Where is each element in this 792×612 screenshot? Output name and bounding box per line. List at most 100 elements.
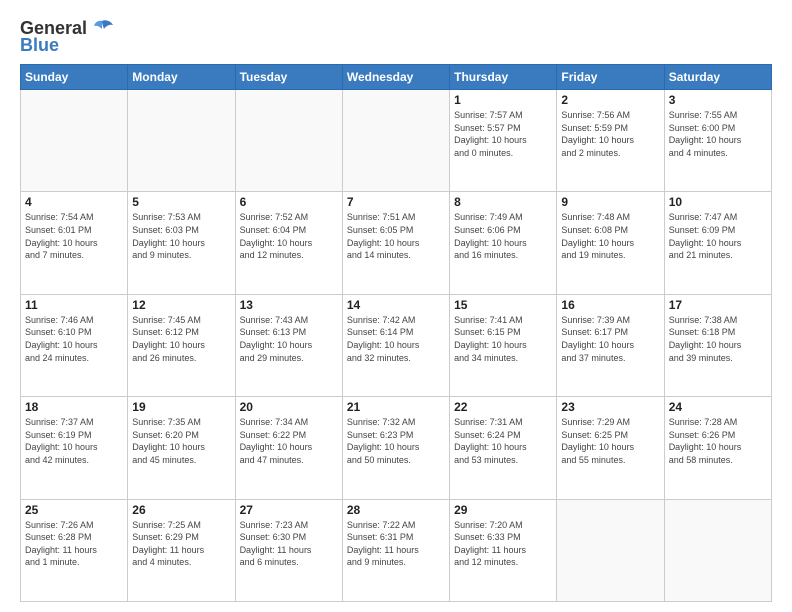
calendar-week-row: 1 Sunrise: 7:57 AM Sunset: 5:57 PM Daylig… xyxy=(21,90,772,192)
calendar-cell: 9Sunrise: 7:48 AM Sunset: 6:08 PM Daylig… xyxy=(557,192,664,294)
day-number: 2 xyxy=(561,93,659,107)
calendar-cell xyxy=(664,499,771,601)
calendar-cell xyxy=(557,499,664,601)
day-info: Sunrise: 7:42 AM Sunset: 6:14 PM Dayligh… xyxy=(347,314,445,364)
weekday-header: Saturday xyxy=(664,65,771,90)
calendar-header-row: SundayMondayTuesdayWednesdayThursdayFrid… xyxy=(21,65,772,90)
day-number: 22 xyxy=(454,400,552,414)
weekday-header: Thursday xyxy=(450,65,557,90)
page: General Blue SundayMondayTuesdayWednesda… xyxy=(0,0,792,612)
day-info: Sunrise: 7:49 AM Sunset: 6:06 PM Dayligh… xyxy=(454,211,552,261)
calendar-cell: 11 Sunrise: 7:46 AM Sunset: 6:10 PM Dayli… xyxy=(21,294,128,396)
calendar-cell: 7 Sunrise: 7:51 AM Sunset: 6:05 PM Daylig… xyxy=(342,192,449,294)
day-number: 1 xyxy=(454,93,552,107)
day-number: 7 xyxy=(347,195,445,209)
day-info: Sunrise: 7:22 AM Sunset: 6:31 PM Dayligh… xyxy=(347,519,445,569)
day-number: 3 xyxy=(669,93,767,107)
calendar-cell: 22 Sunrise: 7:31 AM Sunset: 6:24 PM Dayli… xyxy=(450,397,557,499)
calendar-cell: 28 Sunrise: 7:22 AM Sunset: 6:31 PM Dayli… xyxy=(342,499,449,601)
day-number: 12 xyxy=(132,298,230,312)
logo-bird-icon xyxy=(89,19,115,39)
day-number: 17 xyxy=(669,298,767,312)
calendar-cell: 3 Sunrise: 7:55 AM Sunset: 6:00 PM Daylig… xyxy=(664,90,771,192)
day-info: Sunrise: 7:39 AM Sunset: 6:17 PM Dayligh… xyxy=(561,314,659,364)
day-number: 5 xyxy=(132,195,230,209)
day-number: 4 xyxy=(25,195,123,209)
day-number: 18 xyxy=(25,400,123,414)
calendar-cell: 1 Sunrise: 7:57 AM Sunset: 5:57 PM Daylig… xyxy=(450,90,557,192)
day-info: Sunrise: 7:48 AM Sunset: 6:08 PM Dayligh… xyxy=(561,211,659,261)
calendar-week-row: 11 Sunrise: 7:46 AM Sunset: 6:10 PM Dayli… xyxy=(21,294,772,396)
day-info: Sunrise: 7:25 AM Sunset: 6:29 PM Dayligh… xyxy=(132,519,230,569)
day-info: Sunrise: 7:57 AM Sunset: 5:57 PM Dayligh… xyxy=(454,109,552,159)
weekday-header: Monday xyxy=(128,65,235,90)
day-info: Sunrise: 7:43 AM Sunset: 6:13 PM Dayligh… xyxy=(240,314,338,364)
day-info: Sunrise: 7:51 AM Sunset: 6:05 PM Dayligh… xyxy=(347,211,445,261)
day-number: 26 xyxy=(132,503,230,517)
header: General Blue xyxy=(20,18,772,56)
calendar-table: SundayMondayTuesdayWednesdayThursdayFrid… xyxy=(20,64,772,602)
day-number: 28 xyxy=(347,503,445,517)
calendar-cell: 23Sunrise: 7:29 AM Sunset: 6:25 PM Dayli… xyxy=(557,397,664,499)
day-info: Sunrise: 7:52 AM Sunset: 6:04 PM Dayligh… xyxy=(240,211,338,261)
day-info: Sunrise: 7:34 AM Sunset: 6:22 PM Dayligh… xyxy=(240,416,338,466)
weekday-header: Tuesday xyxy=(235,65,342,90)
calendar-cell xyxy=(21,90,128,192)
calendar-cell: 19 Sunrise: 7:35 AM Sunset: 6:20 PM Dayli… xyxy=(128,397,235,499)
calendar-cell: 20 Sunrise: 7:34 AM Sunset: 6:22 PM Dayli… xyxy=(235,397,342,499)
weekday-header: Sunday xyxy=(21,65,128,90)
calendar-cell: 12Sunrise: 7:45 AM Sunset: 6:12 PM Dayli… xyxy=(128,294,235,396)
calendar-week-row: 18 Sunrise: 7:37 AM Sunset: 6:19 PM Dayli… xyxy=(21,397,772,499)
day-number: 27 xyxy=(240,503,338,517)
day-number: 11 xyxy=(25,298,123,312)
calendar-cell: 6Sunrise: 7:52 AM Sunset: 6:04 PM Daylig… xyxy=(235,192,342,294)
day-info: Sunrise: 7:53 AM Sunset: 6:03 PM Dayligh… xyxy=(132,211,230,261)
calendar-cell xyxy=(342,90,449,192)
calendar-cell: 25 Sunrise: 7:26 AM Sunset: 6:28 PM Dayli… xyxy=(21,499,128,601)
day-number: 8 xyxy=(454,195,552,209)
day-number: 20 xyxy=(240,400,338,414)
weekday-header: Friday xyxy=(557,65,664,90)
day-info: Sunrise: 7:41 AM Sunset: 6:15 PM Dayligh… xyxy=(454,314,552,364)
day-number: 15 xyxy=(454,298,552,312)
calendar-cell xyxy=(235,90,342,192)
day-number: 29 xyxy=(454,503,552,517)
calendar-week-row: 4 Sunrise: 7:54 AM Sunset: 6:01 PM Daylig… xyxy=(21,192,772,294)
day-info: Sunrise: 7:55 AM Sunset: 6:00 PM Dayligh… xyxy=(669,109,767,159)
calendar-cell: 26 Sunrise: 7:25 AM Sunset: 6:29 PM Dayli… xyxy=(128,499,235,601)
day-number: 21 xyxy=(347,400,445,414)
day-info: Sunrise: 7:37 AM Sunset: 6:19 PM Dayligh… xyxy=(25,416,123,466)
calendar-cell: 10 Sunrise: 7:47 AM Sunset: 6:09 PM Dayli… xyxy=(664,192,771,294)
calendar-cell: 8 Sunrise: 7:49 AM Sunset: 6:06 PM Daylig… xyxy=(450,192,557,294)
day-info: Sunrise: 7:32 AM Sunset: 6:23 PM Dayligh… xyxy=(347,416,445,466)
day-info: Sunrise: 7:26 AM Sunset: 6:28 PM Dayligh… xyxy=(25,519,123,569)
calendar-cell xyxy=(128,90,235,192)
calendar-cell: 17Sunrise: 7:38 AM Sunset: 6:18 PM Dayli… xyxy=(664,294,771,396)
calendar-cell: 21 Sunrise: 7:32 AM Sunset: 6:23 PM Dayli… xyxy=(342,397,449,499)
calendar-cell: 14Sunrise: 7:42 AM Sunset: 6:14 PM Dayli… xyxy=(342,294,449,396)
calendar-cell: 2 Sunrise: 7:56 AM Sunset: 5:59 PM Daylig… xyxy=(557,90,664,192)
calendar-cell: 13 Sunrise: 7:43 AM Sunset: 6:13 PM Dayli… xyxy=(235,294,342,396)
day-info: Sunrise: 7:47 AM Sunset: 6:09 PM Dayligh… xyxy=(669,211,767,261)
day-info: Sunrise: 7:31 AM Sunset: 6:24 PM Dayligh… xyxy=(454,416,552,466)
day-number: 16 xyxy=(561,298,659,312)
day-number: 13 xyxy=(240,298,338,312)
day-info: Sunrise: 7:56 AM Sunset: 5:59 PM Dayligh… xyxy=(561,109,659,159)
day-info: Sunrise: 7:28 AM Sunset: 6:26 PM Dayligh… xyxy=(669,416,767,466)
calendar-cell: 18 Sunrise: 7:37 AM Sunset: 6:19 PM Dayli… xyxy=(21,397,128,499)
calendar-cell: 24 Sunrise: 7:28 AM Sunset: 6:26 PM Dayli… xyxy=(664,397,771,499)
calendar-week-row: 25 Sunrise: 7:26 AM Sunset: 6:28 PM Dayli… xyxy=(21,499,772,601)
calendar-cell: 16 Sunrise: 7:39 AM Sunset: 6:17 PM Dayli… xyxy=(557,294,664,396)
day-number: 19 xyxy=(132,400,230,414)
calendar-cell: 5 Sunrise: 7:53 AM Sunset: 6:03 PM Daylig… xyxy=(128,192,235,294)
day-number: 24 xyxy=(669,400,767,414)
calendar-cell: 15 Sunrise: 7:41 AM Sunset: 6:15 PM Dayli… xyxy=(450,294,557,396)
day-info: Sunrise: 7:35 AM Sunset: 6:20 PM Dayligh… xyxy=(132,416,230,466)
logo-blue-text: Blue xyxy=(20,35,59,56)
day-info: Sunrise: 7:54 AM Sunset: 6:01 PM Dayligh… xyxy=(25,211,123,261)
day-info: Sunrise: 7:46 AM Sunset: 6:10 PM Dayligh… xyxy=(25,314,123,364)
day-number: 25 xyxy=(25,503,123,517)
weekday-header: Wednesday xyxy=(342,65,449,90)
day-number: 10 xyxy=(669,195,767,209)
calendar-cell: 4 Sunrise: 7:54 AM Sunset: 6:01 PM Daylig… xyxy=(21,192,128,294)
